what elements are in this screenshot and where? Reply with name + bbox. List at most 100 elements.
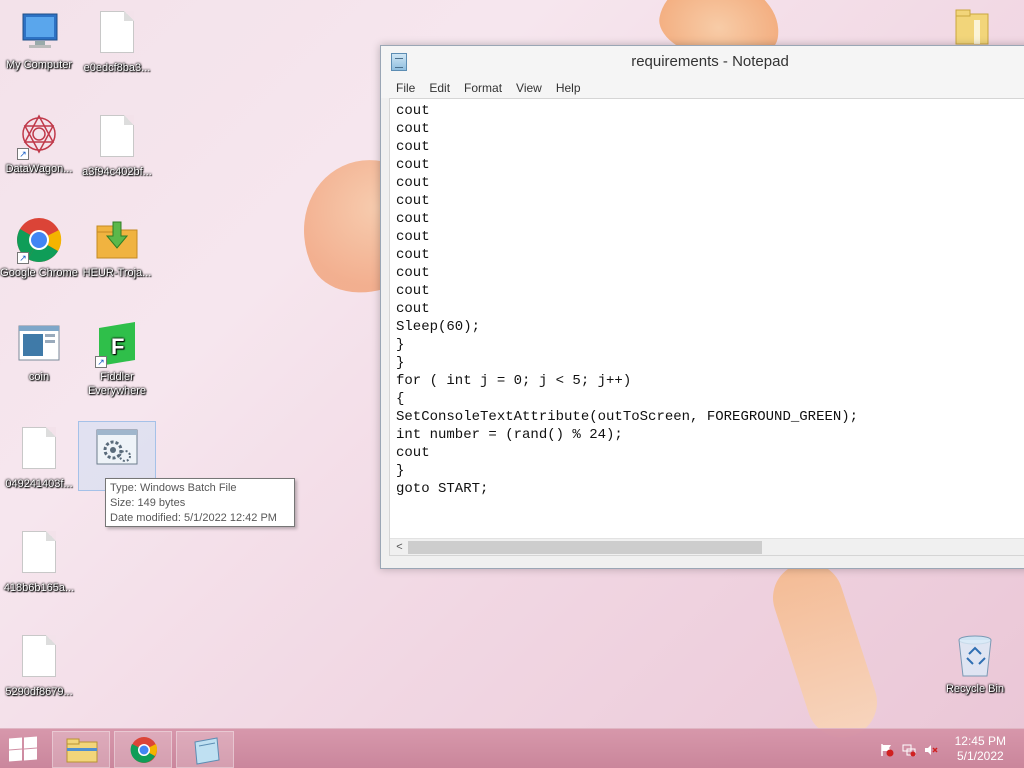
shortcut-arrow-icon: ↗ <box>95 356 107 368</box>
menu-view[interactable]: View <box>509 78 549 98</box>
notepad-icon <box>391 53 407 71</box>
shortcut-arrow-icon: ↗ <box>17 252 29 264</box>
desktop-icon-label: a3f94c402bf... <box>82 166 152 178</box>
desktop-icon-file[interactable]: 049241403f... <box>0 424 78 491</box>
windows-logo-icon <box>9 737 22 750</box>
desktop-icon-google-chrome[interactable]: ↗ Google Chrome <box>0 216 78 280</box>
taskbar-file-explorer[interactable] <box>52 731 110 768</box>
scroll-left-icon[interactable]: < <box>392 539 407 556</box>
clock-time: 12:45 PM <box>954 734 1006 748</box>
editor-line[interactable]: cout <box>396 264 1024 282</box>
tooltip-size: Size: 149 bytes <box>110 497 186 509</box>
desktop-icon-file[interactable]: a3f94c402bf... <box>78 112 156 179</box>
desktop-icon-coin[interactable]: coin <box>0 320 78 384</box>
installer-icon <box>93 216 141 264</box>
volume-muted-icon[interactable] <box>924 743 938 755</box>
editor-line[interactable]: Sleep(60); <box>396 318 1024 336</box>
desktop-icon-label: HEUR-Troja... <box>82 267 152 279</box>
desktop-icon-fiddler[interactable]: F ↗ Fiddler Everywhere <box>78 320 156 398</box>
editor-line[interactable]: goto START; <box>396 480 1024 498</box>
notepad-icon <box>194 737 220 765</box>
text-editor[interactable]: cout cout cout cout cout cout cout cout cout cout… <box>389 98 1024 556</box>
editor-line[interactable]: cout <box>396 300 1024 318</box>
shortcut-arrow-icon: ↗ <box>17 148 29 160</box>
editor-line[interactable]: } <box>396 354 1024 372</box>
desktop-icon-recycle-bin[interactable]: Recycle Bin <box>936 632 1014 696</box>
recycle-bin-icon <box>951 632 999 680</box>
start-button[interactable] <box>8 736 38 762</box>
file-icon <box>93 115 141 163</box>
editor-line[interactable]: cout <box>396 444 1024 462</box>
desktop-icon-file[interactable]: 418b6b165a... <box>0 528 78 595</box>
chrome-icon: ↗ <box>15 216 63 264</box>
clock-date: 5/1/2022 <box>956 749 1004 763</box>
taskbar-chrome[interactable] <box>114 731 172 768</box>
action-center-flag-icon[interactable] <box>880 743 894 757</box>
editor-line[interactable]: cout <box>396 192 1024 210</box>
desktop-icon-file[interactable]: e0edcf8ba3... <box>78 8 156 75</box>
menu-format[interactable]: Format <box>457 78 509 98</box>
desktop-icon-datawagon[interactable]: ↗ DataWagon... <box>0 112 78 176</box>
menu-file[interactable]: File <box>389 78 422 98</box>
editor-line[interactable]: cout <box>396 282 1024 300</box>
coin-window-icon <box>15 320 63 368</box>
notepad-window[interactable]: requirements - Notepad File Edit Format … <box>380 45 1024 569</box>
my-computer-icon <box>15 8 63 56</box>
tooltip-modified: Date modified: 5/1/2022 12:42 PM <box>110 512 277 524</box>
wallpaper-petal <box>763 553 887 747</box>
desktop-icon-label: coin <box>28 371 50 383</box>
editor-line[interactable]: } <box>396 462 1024 480</box>
desktop-icon-label: Fiddler Everywhere <box>87 371 147 397</box>
desktop-icon-label: e0edcf8ba3... <box>83 62 151 74</box>
editor-line[interactable]: cout <box>396 102 1024 120</box>
editor-line[interactable]: cout <box>396 174 1024 192</box>
system-tray: 12:45 PM 5/1/2022 <box>864 729 1024 768</box>
menu-help[interactable]: Help <box>549 78 588 98</box>
editor-line[interactable]: SetConsoleTextAttribute(outToScreen, FOR… <box>396 408 1024 426</box>
editor-line[interactable]: cout <box>396 246 1024 264</box>
svg-text:F: F <box>111 334 124 359</box>
chrome-icon <box>130 737 158 763</box>
editor-line[interactable]: cout <box>396 120 1024 138</box>
folder-icon[interactable] <box>954 6 990 46</box>
tooltip-type: Type: Windows Batch File <box>110 482 237 494</box>
window-title: requirements - Notepad <box>631 53 789 70</box>
desktop-icon-label: 5290df8679... <box>5 686 73 698</box>
desktop-icon-label: DataWagon... <box>5 163 73 175</box>
desktop-icon-label: Recycle Bin <box>945 683 1005 695</box>
title-bar[interactable]: requirements - Notepad <box>381 46 1024 78</box>
editor-content[interactable]: cout cout cout cout cout cout cout cout cout cout… <box>390 99 1024 498</box>
taskbar-notepad[interactable] <box>176 731 234 768</box>
fiddler-icon: F ↗ <box>93 320 141 368</box>
file-info-tooltip: Type: Windows Batch File Size: 149 bytes… <box>105 478 295 527</box>
desktop-icon-label: My Computer <box>5 59 73 71</box>
desktop-icon-label: 418b6b165a... <box>3 582 75 594</box>
editor-line[interactable]: for ( int j = 0; j < 5; j++) <box>396 372 1024 390</box>
desktop-icon-label: 049241403f... <box>5 478 73 490</box>
editor-line[interactable]: } <box>396 336 1024 354</box>
editor-line[interactable]: { <box>396 390 1024 408</box>
editor-line[interactable]: cout <box>396 156 1024 174</box>
file-icon <box>15 635 63 683</box>
editor-line[interactable]: cout <box>396 210 1024 228</box>
desktop-icon-my-computer[interactable]: My Computer <box>0 8 78 72</box>
desktop-icon-label: Google Chrome <box>0 267 78 279</box>
desktop-icon-heur-trojan[interactable]: HEUR-Troja... <box>78 216 156 280</box>
batch-file-icon <box>93 426 141 474</box>
editor-line[interactable]: cout <box>396 228 1024 246</box>
taskbar-clock[interactable]: 12:45 PM 5/1/2022 <box>955 734 1006 764</box>
file-icon <box>93 11 141 59</box>
editor-line[interactable]: cout <box>396 138 1024 156</box>
editor-line[interactable]: int number = (rand() % 24); <box>396 426 1024 444</box>
taskbar: 12:45 PM 5/1/2022 <box>0 728 1024 768</box>
network-icon[interactable] <box>902 743 916 757</box>
datawagon-icon: ↗ <box>15 112 63 160</box>
file-explorer-icon <box>66 738 98 763</box>
horizontal-scrollbar[interactable]: < <box>390 538 1024 555</box>
menu-bar: File Edit Format View Help <box>381 78 1024 98</box>
file-icon <box>15 427 63 475</box>
scrollbar-thumb[interactable] <box>408 541 762 554</box>
file-icon <box>15 531 63 579</box>
desktop-icon-file[interactable]: 5290df8679... <box>0 632 78 699</box>
menu-edit[interactable]: Edit <box>422 78 457 98</box>
